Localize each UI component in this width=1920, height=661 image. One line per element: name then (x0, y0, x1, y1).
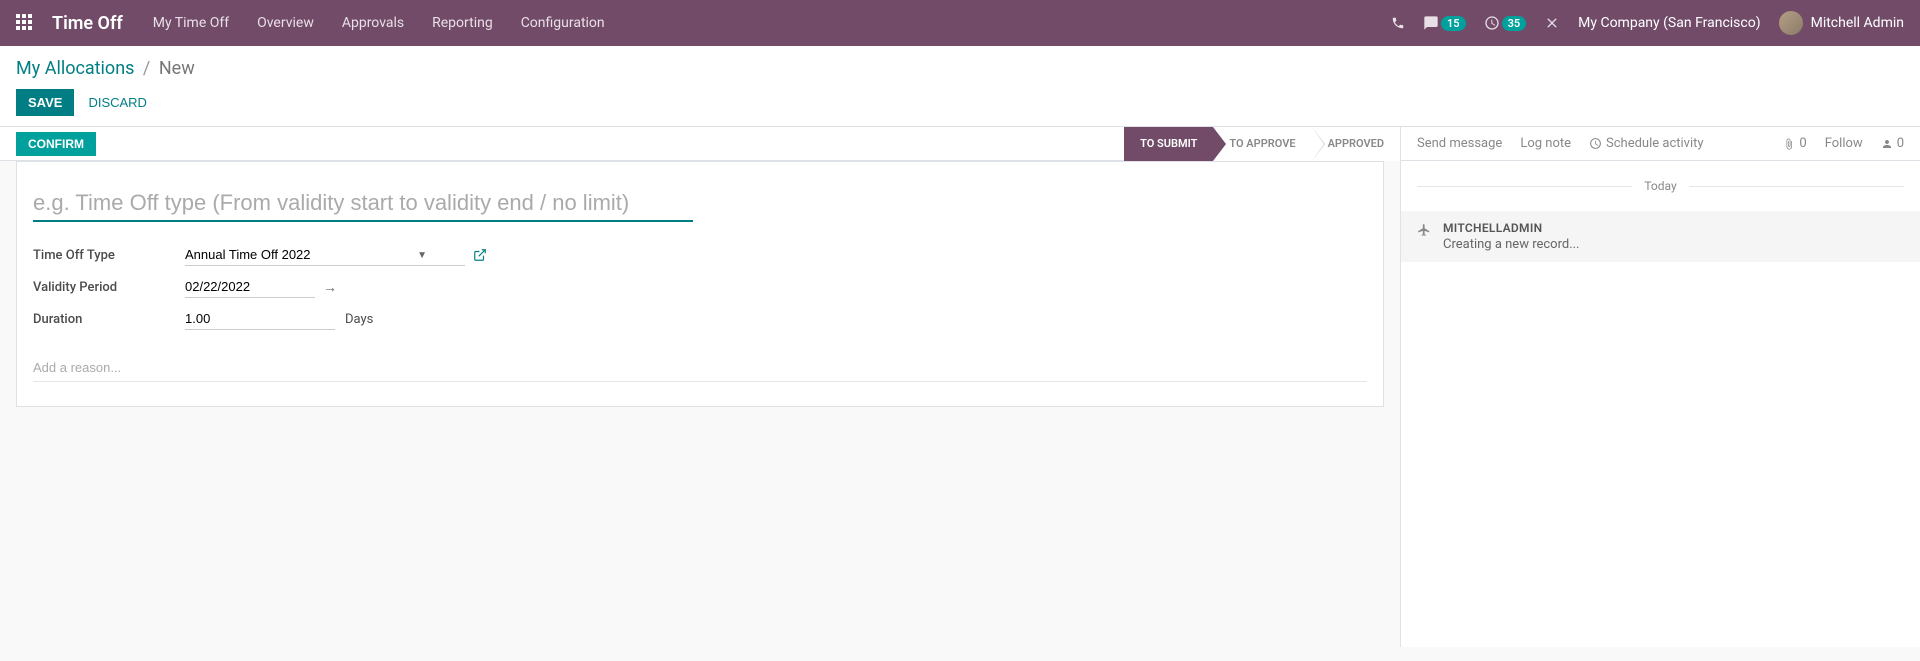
title-input[interactable] (33, 186, 693, 222)
duration-input[interactable] (185, 308, 335, 330)
schedule-activity-button[interactable]: Schedule activity (1589, 136, 1704, 151)
time-off-type-input[interactable] (185, 244, 465, 266)
label-duration: Duration (33, 312, 185, 327)
save-button[interactable]: SAVE (16, 89, 74, 116)
nav-links: My Time Off Overview Approvals Reporting… (153, 15, 605, 31)
date-separator-label: Today (1632, 179, 1688, 193)
nav-link-overview[interactable]: Overview (257, 15, 314, 31)
followers-button[interactable]: 0 (1881, 136, 1904, 151)
control-bar: My Allocations / New SAVE DISCARD (0, 46, 1920, 126)
activities-badge: 35 (1502, 16, 1527, 31)
nav-link-configuration[interactable]: Configuration (521, 15, 605, 31)
field-row-validity: Validity Period → (33, 276, 1367, 298)
breadcrumb-separator: / (143, 58, 150, 79)
form-area: CONFIRM TO SUBMIT TO APPROVE APPROVED Ti… (0, 127, 1400, 647)
action-row: SAVE DISCARD (16, 89, 1904, 126)
chatter-right: 0 Follow 0 (1783, 136, 1904, 151)
chatter-actions: Send message Log note Schedule activity … (1401, 127, 1920, 161)
schedule-activity-label: Schedule activity (1606, 136, 1704, 151)
label-time-off-type: Time Off Type (33, 248, 185, 263)
plane-icon (1417, 223, 1431, 252)
messages-icon[interactable]: 15 (1423, 15, 1466, 31)
message-author: MITCHELLADMIN (1443, 221, 1580, 235)
status-step-to-submit[interactable]: TO SUBMIT (1124, 127, 1213, 161)
send-message-button[interactable]: Send message (1417, 136, 1502, 151)
user-menu[interactable]: Mitchell Admin (1779, 11, 1904, 35)
breadcrumb: My Allocations / New (16, 58, 1904, 79)
reason-input[interactable] (33, 354, 1367, 382)
message-text: Creating a new record... (1443, 237, 1580, 252)
external-link-icon[interactable] (473, 248, 487, 262)
chatter-message: MITCHELLADMIN Creating a new record... (1401, 211, 1920, 262)
phone-icon[interactable] (1391, 16, 1405, 30)
clock-icon (1589, 137, 1602, 150)
follow-button[interactable]: Follow (1825, 136, 1863, 151)
breadcrumb-current: New (159, 58, 195, 79)
top-nav: Time Off My Time Off Overview Approvals … (0, 0, 1920, 46)
chatter-sidebar: Send message Log note Schedule activity … (1400, 127, 1920, 647)
nav-link-my-time-off[interactable]: My Time Off (153, 15, 229, 31)
status-step-to-approve[interactable]: TO APPROVE (1213, 127, 1311, 161)
field-row-type: Time Off Type ▼ (33, 244, 1367, 266)
nav-link-approvals[interactable]: Approvals (342, 15, 404, 31)
confirm-button[interactable]: CONFIRM (16, 132, 96, 156)
person-icon (1881, 138, 1893, 150)
log-note-button[interactable]: Log note (1520, 136, 1571, 151)
messages-badge: 15 (1441, 16, 1466, 31)
paperclip-icon (1783, 138, 1795, 150)
company-switcher[interactable]: My Company (San Francisco) (1578, 15, 1760, 31)
app-brand[interactable]: Time Off (52, 13, 123, 34)
field-row-duration: Duration Days (33, 308, 1367, 330)
duration-unit: Days (345, 312, 373, 327)
label-validity-period: Validity Period (33, 280, 185, 295)
apps-icon[interactable] (16, 14, 34, 32)
user-name: Mitchell Admin (1811, 15, 1904, 31)
breadcrumb-parent[interactable]: My Allocations (16, 58, 134, 79)
main: CONFIRM TO SUBMIT TO APPROVE APPROVED Ti… (0, 126, 1920, 647)
activities-icon[interactable]: 35 (1484, 15, 1527, 31)
followers-count: 0 (1897, 136, 1904, 151)
avatar (1779, 11, 1803, 35)
form-sheet: Time Off Type ▼ Validity Period → Durati… (16, 161, 1384, 407)
message-body: MITCHELLADMIN Creating a new record... (1443, 221, 1580, 252)
discard-button[interactable]: DISCARD (88, 95, 147, 110)
nav-right: 15 35 My Company (San Francisco) Mitchel… (1391, 11, 1904, 35)
attachments-button[interactable]: 0 (1783, 136, 1806, 151)
status-step-approved[interactable]: APPROVED (1312, 127, 1400, 161)
date-separator: Today (1401, 179, 1920, 193)
arrow-right-icon: → (323, 279, 337, 296)
status-bar: CONFIRM TO SUBMIT TO APPROVE APPROVED (0, 127, 1400, 161)
attachments-count: 0 (1799, 136, 1806, 151)
debug-icon[interactable] (1544, 15, 1560, 31)
validity-start-input[interactable] (185, 276, 315, 298)
time-off-type-dropdown[interactable]: ▼ (185, 244, 487, 266)
status-steps: TO SUBMIT TO APPROVE APPROVED (1124, 127, 1400, 161)
nav-link-reporting[interactable]: Reporting (432, 15, 493, 31)
